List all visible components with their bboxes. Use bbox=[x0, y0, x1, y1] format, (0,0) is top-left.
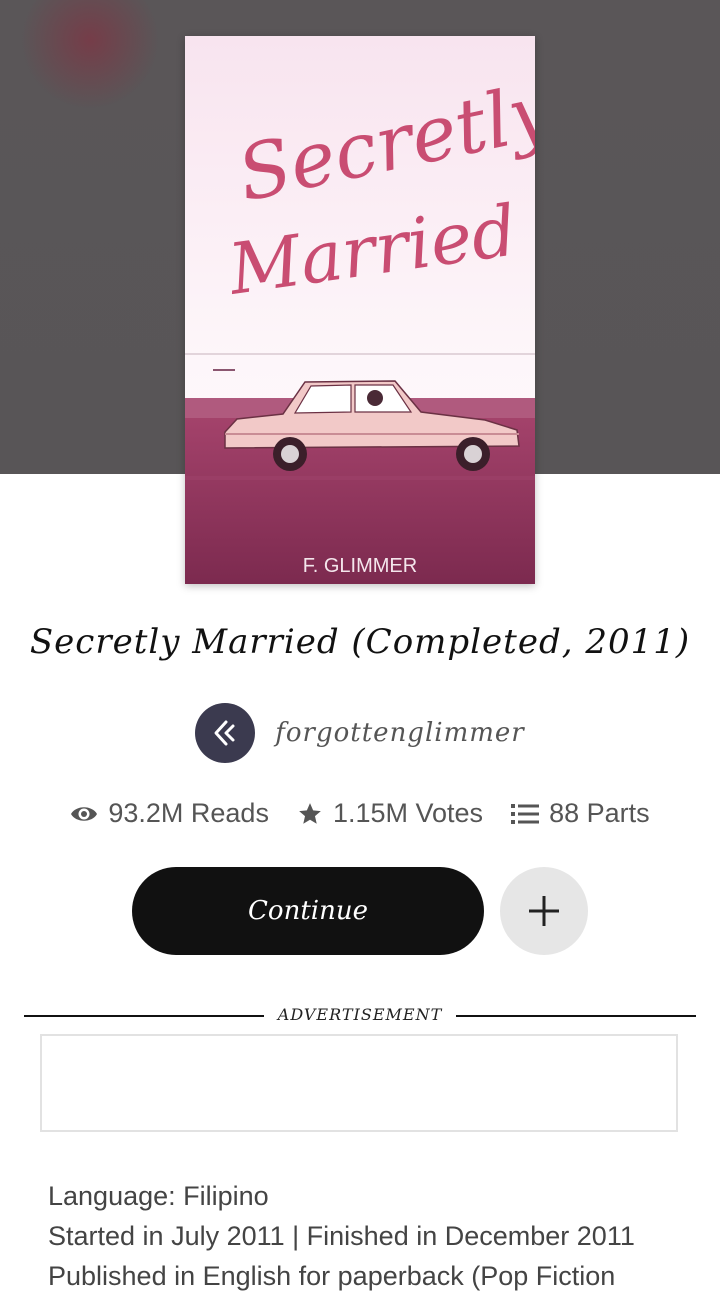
dates-line: Started in July 2011 | Finished in Decem… bbox=[48, 1221, 635, 1251]
book-cover[interactable]: Secretly Married F. GLIMMER bbox=[185, 36, 535, 584]
story-title: Secretly Married (Completed, 2011) bbox=[29, 622, 691, 662]
author-row[interactable]: forgottenglimmer bbox=[0, 703, 720, 763]
author-logo-icon bbox=[214, 720, 235, 746]
reads-count: 93.2M Reads bbox=[108, 798, 269, 828]
parts-stat[interactable]: 88 Parts bbox=[511, 798, 650, 829]
star-icon bbox=[299, 802, 321, 824]
add-to-library-button[interactable] bbox=[500, 867, 588, 955]
author-avatar[interactable] bbox=[195, 703, 256, 763]
votes-count: 1.15M Votes bbox=[332, 798, 484, 828]
votes-stat: 1.15M Votes bbox=[297, 798, 483, 829]
story-stats: 93.2M Reads 1.15M Votes 88 Parts bbox=[0, 798, 720, 829]
story-details: Language: Filipino Started in July 2011 … bbox=[48, 1176, 688, 1296]
advertisement-slot[interactable] bbox=[40, 1034, 678, 1132]
divider-line-right bbox=[456, 1015, 696, 1017]
author-username[interactable]: forgottenglimmer bbox=[275, 718, 524, 748]
parts-count: 88 Parts bbox=[549, 798, 650, 828]
language-line: Language: Filipino bbox=[48, 1181, 269, 1211]
advertisement-divider: ADVERTISEMENT bbox=[24, 1004, 696, 1028]
plus-icon bbox=[529, 896, 559, 926]
book-cover-art: Secretly Married F. GLIMMER bbox=[185, 36, 535, 584]
reads-stat: 93.2M Reads bbox=[70, 798, 269, 829]
svg-text:F. GLIMMER: F. GLIMMER bbox=[303, 555, 417, 577]
published-line: Published in English for paperback (Pop … bbox=[48, 1261, 616, 1291]
hero-blur-decoration bbox=[20, 0, 160, 120]
list-icon bbox=[511, 803, 540, 824]
eye-icon bbox=[71, 806, 98, 821]
continue-reading-button[interactable]: Continue bbox=[132, 867, 484, 955]
